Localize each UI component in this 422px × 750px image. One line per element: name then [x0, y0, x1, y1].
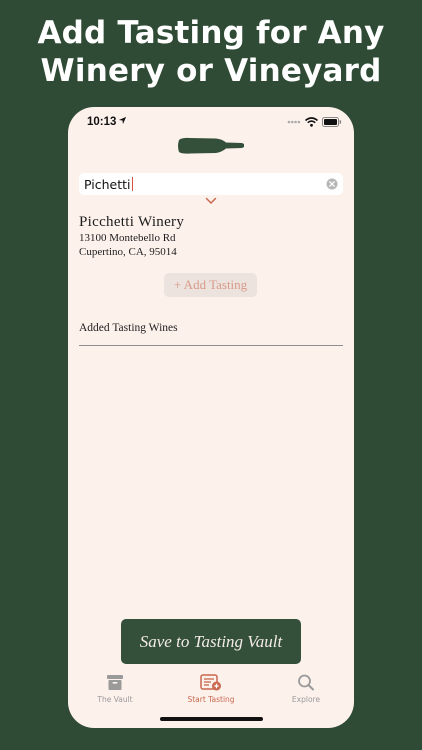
search-input[interactable]: Pichetti: [84, 177, 131, 192]
added-tasting-wines-heading: Added Tasting Wines: [79, 322, 178, 334]
tab-explore-label: Explore: [291, 695, 321, 704]
signal-dots-icon: [287, 120, 301, 124]
text-cursor: [131, 177, 133, 191]
battery-icon: [322, 117, 342, 127]
tab-explore[interactable]: Explore: [266, 672, 346, 704]
add-tasting-button[interactable]: + Add Tasting: [164, 273, 257, 297]
wine-bottle-icon: [178, 137, 244, 154]
home-indicator[interactable]: [160, 717, 263, 721]
search-field[interactable]: Pichetti: [79, 173, 343, 195]
phone-screen: 10:13 Pichetti Picchetti Winery 13100 Mo…: [68, 107, 354, 728]
winery-address-line-2: Cupertino, CA, 95014: [79, 246, 177, 258]
tab-start-tasting[interactable]: Start Tasting: [171, 672, 251, 704]
headline-line-2: Winery or Vineyard: [40, 53, 382, 89]
winery-address-line-1: 13100 Montebello Rd: [79, 232, 176, 244]
save-to-vault-button[interactable]: Save to Tasting Vault: [121, 619, 301, 664]
status-bar: 10:13: [68, 107, 354, 137]
archive-box-icon: [107, 675, 123, 690]
winery-name: Picchetti Winery: [79, 214, 185, 230]
tab-the-vault[interactable]: The Vault: [75, 672, 155, 704]
chevron-down-icon[interactable]: [205, 197, 217, 205]
section-divider: [79, 345, 343, 346]
status-time: 10:13: [87, 116, 117, 128]
headline-line-1: Add Tasting for Any: [37, 15, 385, 51]
tab-start-tasting-label: Start Tasting: [187, 695, 235, 704]
tab-the-vault-label: The Vault: [97, 695, 133, 704]
winery-result[interactable]: Picchetti Winery 13100 Montebello Rd Cup…: [79, 214, 184, 259]
search-icon: [298, 674, 314, 691]
wifi-icon: [305, 117, 318, 127]
location-arrow-icon: [118, 116, 127, 125]
tab-bar: The Vault Start Tasting Explore: [68, 672, 354, 712]
clear-circle-icon[interactable]: [326, 178, 338, 190]
marketing-headline: Add Tasting for Any Winery or Vineyard: [0, 14, 422, 90]
tasting-form-add-icon: [200, 674, 221, 691]
